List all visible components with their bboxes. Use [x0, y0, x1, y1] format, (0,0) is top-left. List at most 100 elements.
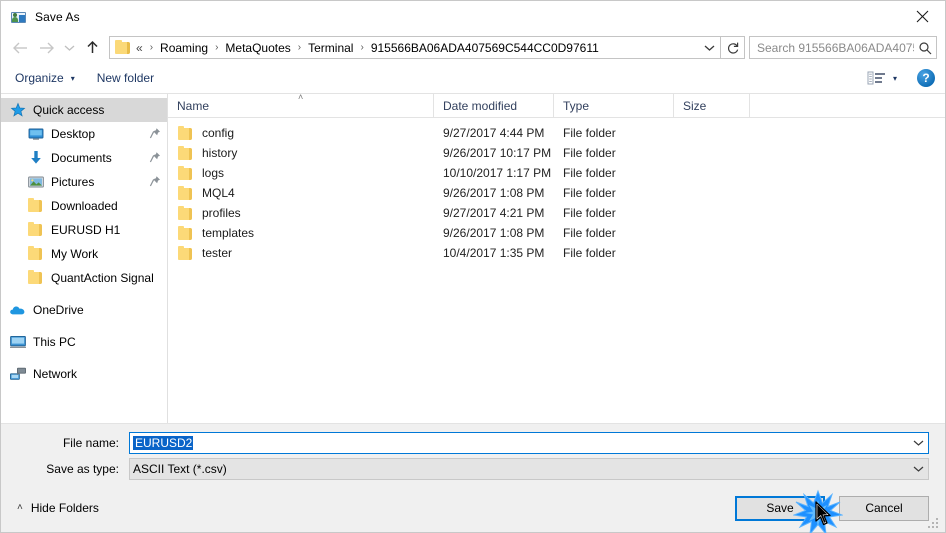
- filename-row: File name: EURUSD2: [17, 432, 929, 454]
- sort-ascending-icon: ˄: [298, 94, 304, 102]
- back-arrow-icon[interactable]: [7, 36, 33, 60]
- folder-icon: [27, 246, 45, 262]
- navigation-sidebar: Quick access Desktop Documents Pictures …: [1, 94, 168, 423]
- table-row[interactable]: profiles 9/27/2017 4:21 PM File folder: [168, 203, 945, 223]
- refresh-icon[interactable]: [721, 36, 745, 59]
- hide-folders-button[interactable]: ˄ Hide Folders: [17, 501, 99, 515]
- file-name-label: profiles: [202, 206, 241, 220]
- dialog-body: Quick access Desktop Documents Pictures …: [1, 94, 945, 424]
- table-row[interactable]: MQL4 9/26/2017 1:08 PM File folder: [168, 183, 945, 203]
- forward-arrow-icon[interactable]: [33, 36, 59, 60]
- sidebar-item-this-pc[interactable]: This PC: [1, 330, 167, 354]
- search-icon[interactable]: [914, 41, 936, 55]
- pin-icon[interactable]: [149, 151, 161, 165]
- pin-icon[interactable]: [149, 175, 161, 189]
- filetype-value: ASCII Text (*.csv): [133, 462, 227, 476]
- breadcrumb-separator: ›: [297, 42, 302, 53]
- column-header-filler: [750, 94, 945, 117]
- sidebar-item-label: Pictures: [51, 175, 95, 189]
- sidebar-item-label: OneDrive: [33, 303, 84, 317]
- sidebar-item-my-work[interactable]: My Work: [1, 242, 167, 266]
- search-placeholder: Search 915566BA06ADA40756...: [757, 40, 914, 55]
- column-header-name[interactable]: Name ˄: [168, 94, 434, 117]
- sidebar-item-documents[interactable]: Documents: [1, 146, 167, 170]
- column-header-size[interactable]: Size: [674, 94, 750, 117]
- breadcrumb-separator: ›: [149, 42, 154, 53]
- address-bar[interactable]: « › Roaming › MetaQuotes › Terminal › 91…: [109, 36, 721, 59]
- close-icon[interactable]: [899, 1, 945, 32]
- table-row[interactable]: logs 10/10/2017 1:17 PM File folder: [168, 163, 945, 183]
- sidebar-item-quick-access[interactable]: Quick access: [1, 98, 167, 122]
- chevron-down-icon[interactable]: [908, 465, 928, 473]
- filename-label: File name:: [62, 436, 119, 450]
- folder-icon: [27, 198, 45, 214]
- file-name-cell: templates: [168, 225, 434, 241]
- sidebar-item-label: EURUSD H1: [51, 223, 121, 237]
- chevron-down-icon[interactable]: [908, 439, 928, 447]
- chevron-down-icon[interactable]: [59, 36, 79, 60]
- save-form: File name: EURUSD2 Save as type: ASCII T…: [1, 424, 945, 484]
- help-button[interactable]: ?: [917, 69, 935, 87]
- view-layout-icon[interactable]: [867, 70, 887, 86]
- new-folder-button[interactable]: New folder: [97, 67, 154, 89]
- command-toolbar: Organize ▾ New folder ▾ ?: [1, 63, 945, 94]
- chevron-down-icon[interactable]: [698, 37, 720, 58]
- breadcrumb-item-metaquotes[interactable]: MetaQuotes: [222, 41, 293, 55]
- folder-icon: [177, 185, 194, 201]
- breadcrumb-item-terminal[interactable]: Terminal: [305, 41, 356, 55]
- sidebar-item-label: Desktop: [51, 127, 96, 141]
- table-row[interactable]: history 9/26/2017 10:17 PM File folder: [168, 143, 945, 163]
- table-row[interactable]: templates 9/26/2017 1:08 PM File folder: [168, 223, 945, 243]
- column-header-date-modified[interactable]: Date modified: [434, 94, 554, 117]
- chevron-down-icon[interactable]: ▾: [893, 74, 897, 83]
- search-input[interactable]: Search 915566BA06ADA40756...: [749, 36, 937, 59]
- filename-input[interactable]: EURUSD2: [129, 432, 929, 454]
- sidebar-item-quantaction-signal[interactable]: QuantAction Signal: [1, 266, 167, 290]
- sidebar-item-onedrive[interactable]: OneDrive: [1, 298, 167, 322]
- sidebar-item-downloaded[interactable]: Downloaded: [1, 194, 167, 218]
- breadcrumb-lead[interactable]: «: [136, 41, 146, 55]
- sidebar-item-desktop[interactable]: Desktop: [1, 122, 167, 146]
- file-name-label: logs: [202, 166, 225, 180]
- file-date-cell: 9/26/2017 1:08 PM: [443, 226, 545, 240]
- table-row[interactable]: tester 10/4/2017 1:35 PM File folder: [168, 243, 945, 263]
- breadcrumb-item-roaming[interactable]: Roaming: [157, 41, 211, 55]
- folder-icon: [177, 205, 194, 221]
- resize-grip[interactable]: [928, 516, 941, 529]
- chevron-up-icon: ˄: [17, 502, 23, 513]
- save-button[interactable]: Save: [735, 495, 825, 521]
- sidebar-item-eurusd-h1[interactable]: EURUSD H1: [1, 218, 167, 242]
- save-as-icon: [11, 9, 27, 25]
- file-name-label: tester: [202, 246, 233, 260]
- organize-label: Organize: [15, 71, 64, 85]
- table-row[interactable]: config 9/27/2017 4:44 PM File folder: [168, 123, 945, 143]
- sidebar-item-network[interactable]: Network: [1, 362, 167, 386]
- pin-icon[interactable]: [149, 127, 161, 141]
- breadcrumb-item-guid[interactable]: 915566BA06ADA407569C544CC0D97611: [368, 41, 602, 55]
- breadcrumb: « › Roaming › MetaQuotes › Terminal › 91…: [136, 41, 698, 55]
- file-name-label: templates: [202, 226, 255, 240]
- cancel-button[interactable]: Cancel: [839, 495, 929, 521]
- sidebar-item-pictures[interactable]: Pictures: [1, 170, 167, 194]
- file-name-cell: MQL4: [168, 185, 434, 201]
- up-arrow-icon[interactable]: [79, 36, 105, 60]
- navigation-bar: « › Roaming › MetaQuotes › Terminal › 91…: [1, 32, 945, 63]
- sidebar-item-label: QuantAction Signal: [51, 271, 154, 285]
- sidebar-item-label: Network: [33, 367, 78, 381]
- window-title: Save As: [35, 9, 80, 24]
- hide-folders-label: Hide Folders: [30, 501, 99, 515]
- file-name-label: MQL4: [202, 186, 235, 200]
- sidebar-item-label: Quick access: [33, 103, 105, 117]
- column-header-type[interactable]: Type: [554, 94, 674, 117]
- file-type-cell: File folder: [563, 206, 616, 220]
- file-type-cell: File folder: [563, 226, 616, 240]
- filetype-row: Save as type: ASCII Text (*.csv): [17, 458, 929, 480]
- organize-button[interactable]: Organize ▾: [15, 67, 75, 89]
- filetype-select[interactable]: ASCII Text (*.csv): [129, 458, 929, 480]
- download-arrow-icon: [27, 150, 45, 166]
- folder-icon: [27, 270, 45, 286]
- folder-icon: [177, 245, 194, 261]
- file-date-cell: 9/27/2017 4:21 PM: [443, 206, 545, 220]
- file-name-cell: config: [168, 125, 434, 141]
